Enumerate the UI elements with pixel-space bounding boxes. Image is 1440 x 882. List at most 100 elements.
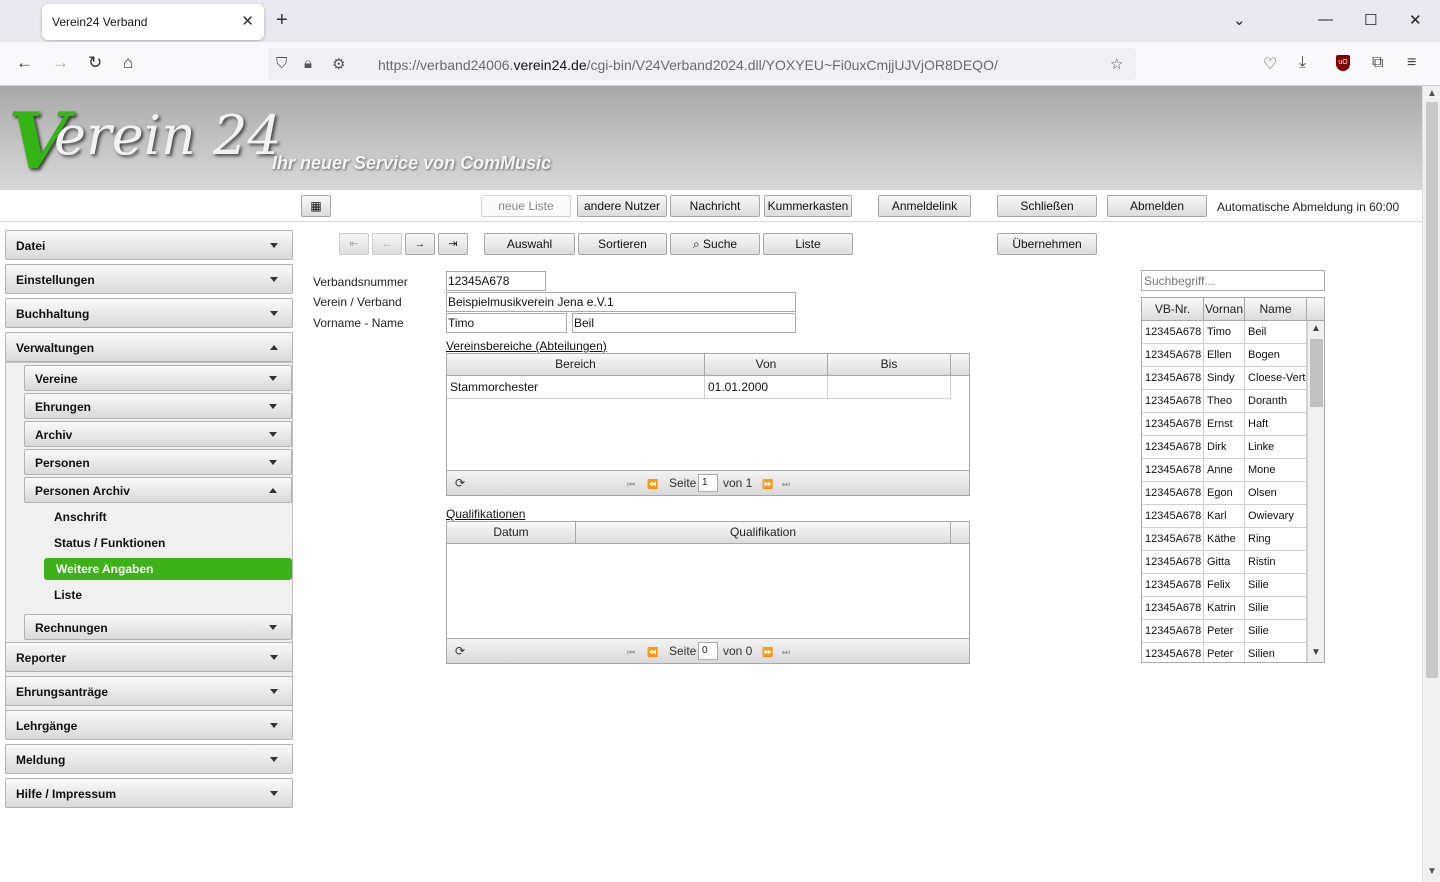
vorname-field[interactable] xyxy=(446,313,567,333)
menu-meldung[interactable]: Meldung xyxy=(5,744,293,774)
menu-vereine[interactable]: Vereine xyxy=(24,365,292,391)
refresh-icon[interactable]: ⟳ xyxy=(455,644,465,658)
last-record-button[interactable]: ⇥ xyxy=(438,233,468,255)
page-number-input[interactable]: 0 xyxy=(698,642,718,660)
download-icon[interactable]: ⤓ xyxy=(1299,54,1306,72)
list-item[interactable]: 12345A678 Katrin Silie xyxy=(1142,597,1307,620)
maximize-icon[interactable]: ☐ xyxy=(1364,11,1377,29)
shield-icon[interactable]: ⛉ xyxy=(276,55,287,72)
search-input[interactable] xyxy=(1141,270,1325,291)
menu-weitere-angaben[interactable]: Weitere Angaben xyxy=(44,558,292,580)
page-number-input[interactable]: 1 xyxy=(698,474,718,492)
list-item[interactable]: 12345A678 Ellen Bogen xyxy=(1142,344,1307,367)
neue-liste-button[interactable]: neue Liste xyxy=(481,195,571,217)
list-item[interactable]: 12345A678 Theo Doranth xyxy=(1142,390,1307,413)
menu-archiv[interactable]: Archiv xyxy=(24,421,292,447)
andere-nutzer-button[interactable]: andere Nutzer xyxy=(577,195,667,217)
column-header[interactable]: Bereich xyxy=(447,354,705,375)
kummerkasten-button[interactable]: Kummerkasten xyxy=(764,195,852,217)
menu-rechnungen[interactable]: Rechnungen xyxy=(24,614,292,640)
next-page-icon[interactable]: ⏩ xyxy=(762,479,773,490)
menu-liste[interactable]: Liste xyxy=(42,584,292,606)
close-window-icon[interactable]: ✕ xyxy=(1409,11,1422,29)
list-item[interactable]: 12345A678 Timo Beil xyxy=(1142,321,1307,344)
last-page-icon[interactable]: ⏭ xyxy=(782,647,790,658)
menu-anschrift[interactable]: Anschrift xyxy=(42,506,292,528)
prev-page-icon[interactable]: ⏪ xyxy=(647,647,658,658)
list-item[interactable]: 12345A678 Anne Mone xyxy=(1142,459,1307,482)
ublock-icon[interactable]: uO xyxy=(1336,55,1350,71)
menu-reporter[interactable]: Reporter xyxy=(5,642,293,672)
extensions-icon[interactable]: ⧉ xyxy=(1372,54,1383,72)
menu-icon[interactable]: ≡ xyxy=(1407,54,1416,72)
list-item[interactable]: 12345A678 Karl Owievary xyxy=(1142,505,1307,528)
nachricht-button[interactable]: Nachricht xyxy=(670,195,760,217)
next-record-button[interactable]: → xyxy=(405,233,435,255)
column-header[interactable]: Name xyxy=(1245,298,1307,320)
column-header[interactable]: VB-Nr. xyxy=(1142,298,1204,320)
pocket-icon[interactable]: ♡ xyxy=(1263,54,1277,74)
back-icon[interactable]: ← xyxy=(16,53,33,73)
list-item[interactable]: 12345A678 Egon Olsen xyxy=(1142,482,1307,505)
sortieren-button[interactable]: Sortieren xyxy=(578,233,667,255)
lock-icon[interactable]: 🔒︎ xyxy=(304,55,312,72)
scroll-down-icon[interactable]: ▼ xyxy=(1427,866,1437,877)
prev-page-icon[interactable]: ⏪ xyxy=(647,479,658,490)
scroll-up-icon[interactable]: ▲ xyxy=(1427,88,1437,99)
first-page-icon[interactable]: ⏮ xyxy=(627,479,635,490)
scroll-up-icon[interactable]: ▲ xyxy=(1311,323,1321,334)
new-tab-icon[interactable]: + xyxy=(276,9,288,32)
menu-hilfe-impressum[interactable]: Hilfe / Impressum xyxy=(5,778,293,808)
first-page-icon[interactable]: ⏮ xyxy=(627,647,635,658)
menu-einstellungen[interactable]: Einstellungen xyxy=(5,264,293,294)
reload-icon[interactable]: ↻ xyxy=(88,53,102,73)
menu-ehrungsantraege[interactable]: Ehrungsanträge xyxy=(5,676,293,706)
schliessen-button[interactable]: Schließen xyxy=(997,195,1097,217)
qualifikationen-title[interactable]: Qualifikationen xyxy=(446,507,525,521)
menu-ehrungen[interactable]: Ehrungen xyxy=(24,393,292,419)
vereinsbereiche-title[interactable]: Vereinsbereiche (Abteilungen) xyxy=(446,339,607,353)
menu-toggle-button[interactable]: ▦ xyxy=(301,195,331,217)
menu-buchhaltung[interactable]: Buchhaltung xyxy=(5,298,293,328)
list-item[interactable]: 12345A678 Sindy Cloese-Vert xyxy=(1142,367,1307,390)
uebernehmen-button[interactable]: Übernehmen xyxy=(997,233,1097,255)
column-header[interactable]: Datum xyxy=(447,522,576,543)
menu-status-funktionen[interactable]: Status / Funktionen xyxy=(42,532,292,554)
minimize-icon[interactable]: — xyxy=(1318,11,1333,28)
page-scrollbar[interactable]: ▲ ▼ xyxy=(1422,86,1440,882)
menu-personen-archiv[interactable]: Personen Archiv xyxy=(24,477,292,503)
menu-datei[interactable]: Datei xyxy=(5,230,293,260)
scroll-down-icon[interactable]: ▼ xyxy=(1311,647,1321,658)
menu-verwaltungen[interactable]: Verwaltungen xyxy=(5,332,293,362)
permissions-icon[interactable]: ⚙ xyxy=(332,55,345,73)
menu-personen[interactable]: Personen xyxy=(24,449,292,475)
refresh-icon[interactable]: ⟳ xyxy=(455,476,465,490)
abmelden-button[interactable]: Abmelden xyxy=(1107,195,1207,217)
prev-record-button[interactable]: ← xyxy=(372,233,402,255)
next-page-icon[interactable]: ⏩ xyxy=(762,647,773,658)
close-tab-icon[interactable]: ✕ xyxy=(241,12,254,30)
list-scrollbar[interactable]: ▲ ▼ xyxy=(1307,321,1324,662)
first-record-button[interactable]: ⇤ xyxy=(339,233,369,255)
verbandsnummer-field[interactable] xyxy=(446,271,546,291)
scroll-thumb[interactable] xyxy=(1310,339,1323,407)
nachname-field[interactable] xyxy=(572,313,796,333)
verein-field[interactable] xyxy=(446,292,796,312)
browser-tab[interactable]: Verein24 Verband ✕ xyxy=(42,4,264,40)
menu-lehrgaenge[interactable]: Lehrgänge xyxy=(5,710,293,740)
liste-button[interactable]: Liste xyxy=(763,233,853,255)
list-item[interactable]: 12345A678 Gitta Ristin xyxy=(1142,551,1307,574)
anmeldelink-button[interactable]: Anmeldelink xyxy=(878,195,971,217)
last-page-icon[interactable]: ⏭ xyxy=(782,479,790,490)
forward-icon[interactable]: → xyxy=(52,53,69,73)
tab-list-chevron-icon[interactable]: ⌄ xyxy=(1233,11,1246,29)
list-item[interactable]: 12345A678 Käthe Ring xyxy=(1142,528,1307,551)
list-item[interactable]: 12345A678 Ernst Haft xyxy=(1142,413,1307,436)
bookmark-star-icon[interactable]: ☆ xyxy=(1110,55,1123,73)
list-item[interactable]: 12345A678 Dirk Linke xyxy=(1142,436,1307,459)
suche-button[interactable]: ⌕ Suche xyxy=(670,233,760,255)
column-header[interactable]: Von xyxy=(705,354,828,375)
list-item[interactable]: 12345A678 Felix Silie xyxy=(1142,574,1307,597)
url-bar[interactable]: ⛉ 🔒︎ ⚙ https://verband24006.verein24.de/… xyxy=(268,48,1136,80)
home-icon[interactable]: ⌂ xyxy=(123,53,133,73)
